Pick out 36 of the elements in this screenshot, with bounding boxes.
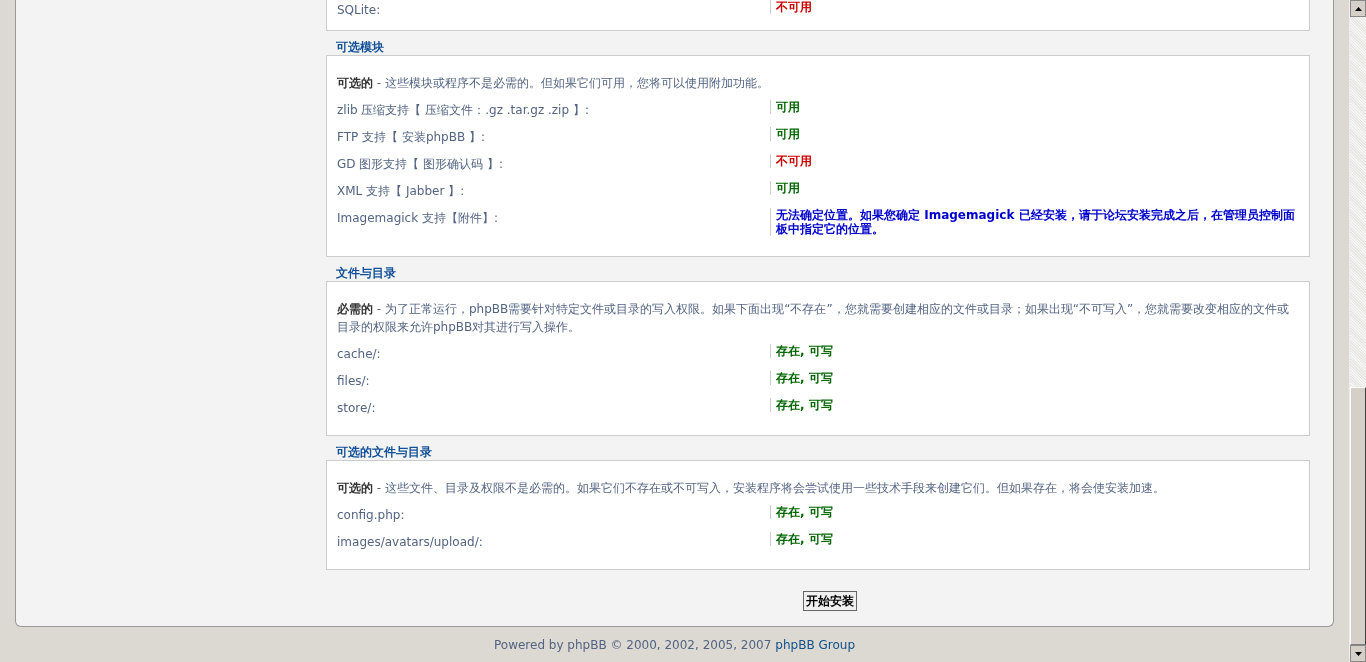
section-legend: 可选模块 <box>336 40 384 54</box>
intro-text: 可选的 - 这些文件、目录及权限不是必需的。如果它们不存在或不可写入，安装程序将会尝试使用一些技术手段来创建它们。但如果存在，将会使安装加速。 <box>337 480 1166 497</box>
row-label: config.php: <box>337 507 406 524</box>
scroll-thumb[interactable] <box>1350 387 1366 645</box>
row-label: FTP 支持【 安装phpBB 】: <box>337 129 487 146</box>
section-legend: 可选的文件与目录 <box>336 445 432 459</box>
status-text: 存在, 可写 <box>776 371 834 385</box>
footer-text: Powered by phpBB © 2000, 2002, 2005, 2007 <box>494 636 772 654</box>
down-arrow-icon <box>1354 651 1362 656</box>
install-button[interactable]: 开始安装 <box>802 591 857 611</box>
status-text: 存在, 可写 <box>776 505 834 519</box>
status-text: 存在, 可写 <box>776 398 834 412</box>
up-arrow-icon <box>1354 6 1362 11</box>
status-text: 可用 <box>776 181 801 195</box>
status-text: 无法确定位置。如果您确定 Imagemagick 已经安装，请于论坛安装完成之后，在管理员控制面板中指定它的位置。 <box>776 208 1296 236</box>
row-label: GD 图形支持【 图形确认码 】: <box>337 156 505 173</box>
intro-text: 必需的 - 为了正常运行，phpBB需要针对特定文件或目录的写入权限。如果下面出现“不存在”，您就需要创建相应的文件或目录；如果出现“不可写入”，您就需要改变相应的文件或目录的权限来允许phpBB对其进行写入操作。 <box>337 301 1291 336</box>
row-label: SQLite: <box>337 2 382 19</box>
row-label: files/: <box>337 373 371 390</box>
scroll-down-button[interactable] <box>1350 645 1366 662</box>
row-label: store/: <box>337 400 377 417</box>
status-text: 不可用 <box>776 154 813 168</box>
status-text: 存在, 可写 <box>776 344 834 358</box>
intro-text: 可选的 - 这些模块或程序不是必需的。但如果它们可用，您将可以使用附加功能。 <box>337 75 770 92</box>
row-label: cache/: <box>337 346 382 363</box>
row-label: images/avatars/upload/: <box>337 534 484 551</box>
status-text: 可用 <box>776 100 801 114</box>
row-label: zlib 压缩支持【 压缩文件：.gz .tar.gz .zip 】: <box>337 102 590 119</box>
section-legend: 文件与目录 <box>336 266 396 280</box>
row-label: Imagemagick 支持【附件】: <box>337 210 499 227</box>
row-label: XML 支持【 Jabber 】: <box>337 183 466 200</box>
scroll-up-button[interactable] <box>1350 0 1366 17</box>
footer-link[interactable]: phpBB Group <box>775 635 855 654</box>
status-text: 存在, 可写 <box>776 532 834 546</box>
status-text: 不可用 <box>776 0 813 14</box>
status-text: 可用 <box>776 127 801 141</box>
